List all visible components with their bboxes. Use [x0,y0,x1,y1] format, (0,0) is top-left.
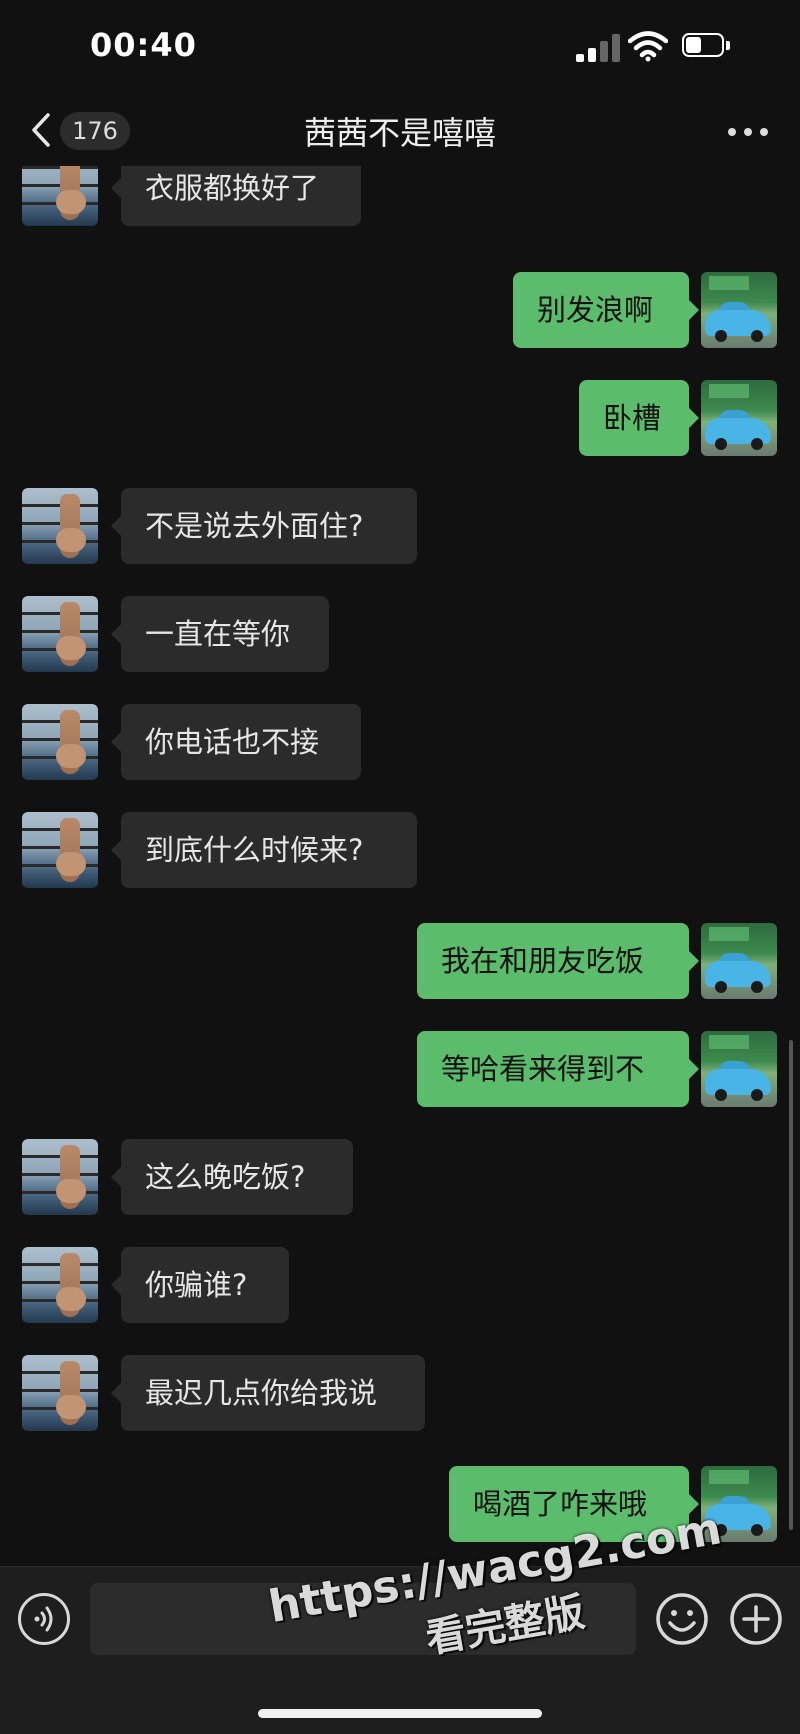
cellular-signal-icon [576,34,620,62]
contact-avatar[interactable] [22,812,98,888]
outgoing-message: 我在和朋友吃饭 [0,923,800,1003]
message-bubble[interactable]: 最迟几点你给我说 [111,1355,425,1431]
outgoing-message: 卧槽 [0,380,800,460]
outgoing-message: 别发浪啊 [0,272,800,352]
message-bubble[interactable]: 衣服都换好了 [111,166,361,226]
message-bubble[interactable]: 别发浪啊 [513,272,699,348]
contact-avatar[interactable] [22,488,98,564]
chevron-left-icon[interactable] [28,112,54,148]
message-bubble[interactable]: 你电话也不接 [111,704,361,780]
status-bar: 00:40 [0,0,800,96]
chat-title: 茜茜不是嘻嘻 [303,114,496,152]
status-time: 00:40 [90,26,197,64]
message-list[interactable]: 衣服都换好了别发浪啊卧槽不是说去外面住? 一直在等你你电话也不接 到底什么时候来? 我… [0,166,800,1566]
contact-avatar[interactable] [22,1139,98,1215]
incoming-message: 你骗谁? [0,1247,800,1327]
plus-icon[interactable] [728,1591,784,1647]
emoji-icon[interactable] [654,1591,710,1647]
incoming-message: 衣服都换好了 [0,166,800,230]
message-bubble[interactable]: 我在和朋友吃饭 [417,923,699,999]
message-bubble[interactable]: 到底什么时候来? [111,812,417,888]
contact-avatar[interactable] [22,1355,98,1431]
my-avatar[interactable] [701,272,777,348]
message-bubble[interactable]: 不是说去外面住? [111,488,417,564]
home-indicator[interactable] [258,1709,542,1718]
more-dots-icon[interactable] [728,128,768,138]
battery-icon [682,33,732,59]
voice-button[interactable] [18,1593,70,1645]
my-avatar[interactable] [701,380,777,456]
message-bubble[interactable]: 这么晚吃饭? [111,1139,353,1215]
incoming-message: 到底什么时候来? [0,812,800,892]
my-avatar[interactable] [701,923,777,999]
message-bubble[interactable]: 等哈看来得到不 [417,1031,699,1107]
wifi-icon [628,31,668,62]
voice-icon [34,1606,53,1632]
incoming-message: 你电话也不接 [0,704,800,784]
unread-count-badge[interactable]: 176 [60,112,130,150]
outgoing-message: 喝酒了咋来哦 [0,1466,800,1546]
scroll-indicator[interactable] [789,1040,793,1530]
message-bubble[interactable]: 一直在等你 [111,596,329,672]
message-bubble[interactable]: 卧槽 [579,380,699,456]
incoming-message: 不是说去外面住? [0,488,800,568]
my-avatar[interactable] [701,1466,777,1542]
incoming-message: 这么晚吃饭? [0,1139,800,1219]
incoming-message: 一直在等你 [0,596,800,676]
my-avatar[interactable] [701,1031,777,1107]
message-bubble[interactable]: 喝酒了咋来哦 [449,1466,699,1542]
contact-avatar[interactable] [22,166,98,226]
message-bubble[interactable]: 你骗谁? [111,1247,289,1323]
outgoing-message: 等哈看来得到不 [0,1031,800,1111]
chat-header: 176 茜茜不是嘻嘻 [0,96,800,166]
message-input[interactable] [90,1583,636,1655]
contact-avatar[interactable] [22,596,98,672]
contact-avatar[interactable] [22,704,98,780]
incoming-message: 最迟几点你给我说 [0,1355,800,1435]
contact-avatar[interactable] [22,1247,98,1323]
